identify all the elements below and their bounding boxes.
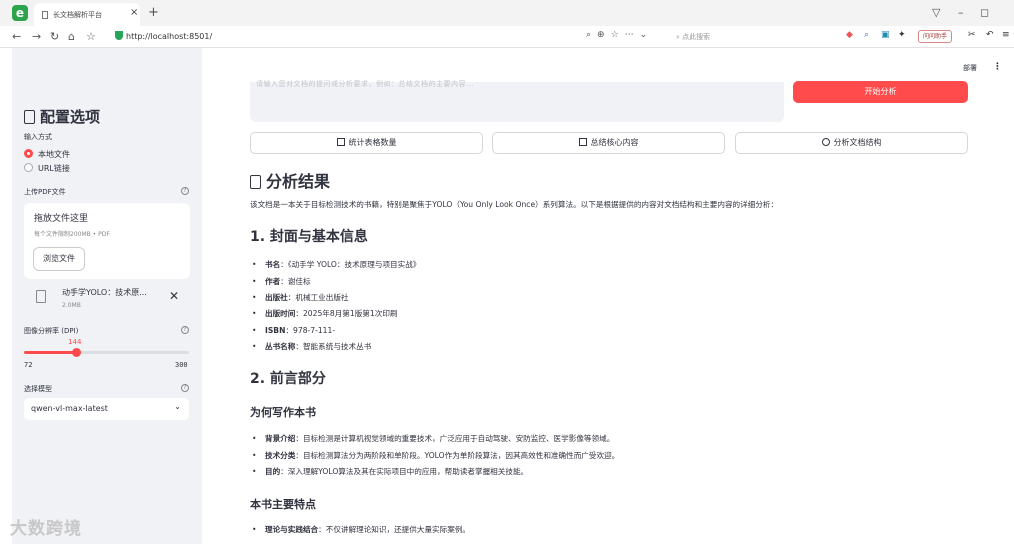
uploaded-file: 动手学YOLO：技术原... 2.0MB ✕ [24, 284, 190, 318]
assistant-badge[interactable]: 问问助手 [918, 30, 953, 43]
minimize-icon[interactable]: – [958, 6, 964, 19]
tab-list-icon[interactable]: ▽ [932, 6, 940, 19]
browser-tab[interactable]: 长文档解析平台 [34, 3, 140, 26]
forward-icon[interactable]: → [32, 30, 41, 43]
table-icon [336, 138, 345, 146]
undo-icon[interactable]: ↶ [986, 30, 994, 40]
sidebar-title-text: 配置选项 [40, 108, 101, 126]
browser-logo-icon: e [12, 5, 28, 21]
main-menu-icon[interactable]: ⋮ [993, 62, 1002, 72]
list-item: 书名：《动手学 YOLO：技术原理与项目实战》 [252, 259, 420, 270]
search-placeholder: 点此搜索 [682, 33, 711, 41]
tab-title: 长文档解析平台 [53, 11, 102, 19]
security-shield-icon [115, 31, 123, 40]
list-item: 背景介绍：目标检测是计算机视觉领域的重要技术，广泛应用于自动驾驶、安防监控、医学… [252, 433, 614, 444]
summarize-button[interactable]: 总结核心内容 [492, 132, 725, 154]
file-name: 动手学YOLO：技术原... [62, 288, 147, 297]
remove-file-icon[interactable]: ✕ [169, 289, 179, 303]
document-icon [578, 138, 587, 146]
dpi-slider-value: 144 [68, 338, 82, 346]
favorite-icon[interactable]: ☆ [611, 30, 625, 40]
home-icon[interactable]: ⌂ [68, 30, 75, 43]
textarea-placeholder: 请输入您对文档的提问或分析要求，例如：总结文档的主要内容... [256, 80, 475, 88]
help-icon[interactable]: ? [181, 326, 189, 334]
subsection-heading: 为何写作本书 [250, 406, 316, 419]
button-label: 总结核心内容 [590, 138, 639, 147]
bookmark-icon[interactable]: ☆ [86, 30, 96, 43]
url-actions: ⌕⊕☆⋯⌄ [586, 30, 653, 40]
reload-icon[interactable]: ↻ [50, 30, 59, 43]
upload-label: 上传PDF文件 [24, 188, 66, 196]
dropdown-icon[interactable]: ⌄ [640, 30, 654, 40]
list-item: 出版时间：2025年8月第1版第1次印刷 [252, 308, 398, 319]
zoom-icon[interactable]: ⌕ [586, 30, 597, 40]
help-icon[interactable]: ? [181, 384, 189, 392]
model-select-value: qwen-vl-max-latest [31, 404, 108, 413]
watermark: 大数跨境 [10, 519, 82, 539]
result-title-text: 分析结果 [266, 172, 331, 191]
url-bar[interactable]: http://localhost:8501/ [126, 32, 212, 41]
extension-search-icon[interactable]: ⌕ [864, 30, 869, 40]
count-tables-button[interactable]: 统计表格数量 [250, 132, 483, 154]
dropzone-limit: 每个文件限制200MB • PDF [34, 231, 110, 238]
radio-url-link[interactable]: URL链接 [24, 163, 70, 174]
radio-unselected-icon [24, 163, 33, 172]
more-icon[interactable]: ⋯ [625, 30, 640, 40]
radio-local-file[interactable]: 本地文件 [24, 149, 70, 160]
list-item: 出版社：机械工业出版社 [252, 292, 349, 303]
tab-page-icon [42, 11, 48, 19]
menu-icon[interactable]: ≡ [1002, 30, 1010, 40]
file-icon [36, 290, 46, 303]
input-method-label: 输入方式 [24, 133, 52, 141]
result-intro: 该文档是一本关于目标检测技术的书籍，特别是聚焦于YOLO（You Only Lo… [250, 200, 779, 209]
extension-puzzle-icon[interactable]: ✦ [898, 30, 906, 40]
browser-search-input[interactable]: ⌕ 点此搜索 [676, 32, 710, 42]
subsection-heading: 本书主要特点 [250, 498, 316, 511]
list-item: 作者：谢佳标 [252, 276, 311, 287]
radio-label: 本地文件 [38, 150, 70, 159]
back-icon[interactable]: ← [12, 30, 21, 43]
deploy-button[interactable]: 部署 [963, 63, 977, 73]
button-label: 统计表格数量 [348, 138, 397, 147]
tab-close-icon[interactable]: × [130, 7, 138, 18]
radio-label: URL链接 [38, 164, 70, 173]
browser-tab-bar: e 长文档解析平台 × + ▽ – ◻ [0, 0, 1014, 26]
browse-files-button[interactable]: 浏览文件 [33, 247, 85, 271]
new-tab-icon[interactable]: + [148, 5, 159, 20]
list-item: 理论与实践结合：不仅讲解理论知识，还提供大量实际案例。 [252, 524, 470, 535]
extension-fox-icon[interactable]: ◆ [846, 30, 853, 40]
radio-selected-icon [24, 149, 33, 158]
dpi-label: 图像分辨率 (DPI) [24, 327, 79, 335]
list-item: ISBN：978-7-111- [252, 325, 335, 336]
model-label: 选择模型 [24, 385, 52, 393]
chevron-down-icon: ⌄ [174, 402, 181, 411]
file-dropzone[interactable]: 拖放文件这里 每个文件限制200MB • PDF 浏览文件 [24, 203, 190, 279]
extension-grid-icon[interactable]: ▣ [881, 30, 890, 40]
dpi-slider-track[interactable] [24, 348, 189, 357]
dropzone-title: 拖放文件这里 [34, 214, 89, 224]
section-heading: 2. 前言部分 [250, 371, 326, 387]
sidebar-title: 配置选项 [24, 106, 100, 127]
list-item: 目的：深入理解YOLO算法及其在实际项目中的应用，帮助读者掌握相关技能。 [252, 466, 528, 477]
model-select[interactable]: qwen-vl-max-latest ⌄ [24, 398, 189, 420]
dpi-max: 300 [175, 361, 188, 369]
button-label: 分析文档结构 [833, 138, 882, 147]
tools-icon[interactable]: ✂ [968, 30, 976, 40]
translate-icon[interactable]: ⊕ [597, 30, 611, 40]
document-icon [24, 110, 35, 124]
list-item: 技术分类：目标检测算法分为两阶段和单阶段。YOLO作为单阶段算法，因其高效性和准… [252, 450, 619, 461]
section-heading: 1. 封面与基本信息 [250, 229, 368, 245]
search-icon [821, 138, 830, 146]
help-icon[interactable]: ? [181, 187, 189, 195]
analyze-structure-button[interactable]: 分析文档结构 [735, 132, 968, 154]
result-title: 分析结果 [250, 168, 330, 192]
dpi-min: 72 [24, 361, 33, 369]
file-size: 2.0MB [62, 302, 81, 309]
clipboard-icon [250, 175, 261, 189]
list-item: 丛书名称：智能系统与技术丛书 [252, 341, 371, 352]
maximize-icon[interactable]: ◻ [980, 6, 989, 19]
dpi-slider-fill [24, 351, 77, 354]
start-analysis-button[interactable]: 开始分析 [793, 81, 968, 103]
